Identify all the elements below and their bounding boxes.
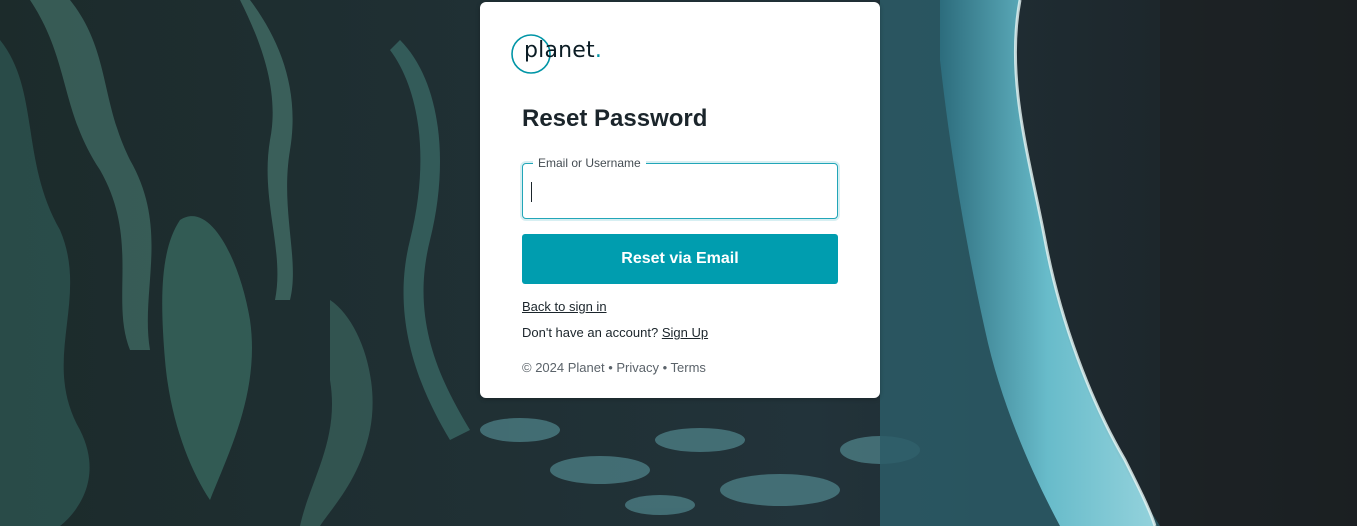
email-username-input[interactable] (524, 165, 848, 215)
planet-logo-text: planet. (524, 38, 602, 63)
page-title: Reset Password (522, 105, 708, 132)
brand-dot: . (594, 38, 603, 63)
back-to-sign-in-link[interactable]: Back to sign in (522, 299, 607, 314)
brand-name: planet (524, 38, 595, 63)
footer-separator: • (604, 360, 617, 375)
signup-row: Don't have an account? Sign Up (522, 325, 708, 340)
footer: © 2024 Planet • Privacy • Terms (522, 360, 706, 375)
footer-separator: • (659, 360, 671, 375)
copyright-text: © 2024 Planet (522, 360, 605, 375)
planet-logo: planet. (511, 34, 602, 74)
reset-password-card: planet. Reset Password Email or Username… (480, 2, 880, 398)
reset-via-email-button[interactable]: Reset via Email (522, 234, 838, 284)
terms-link[interactable]: Terms (671, 360, 706, 375)
text-cursor (531, 182, 532, 202)
privacy-link[interactable]: Privacy (616, 360, 659, 375)
email-username-field[interactable]: Email or Username (522, 156, 848, 219)
sign-up-link[interactable]: Sign Up (662, 325, 708, 340)
no-account-text: Don't have an account? (522, 325, 659, 340)
